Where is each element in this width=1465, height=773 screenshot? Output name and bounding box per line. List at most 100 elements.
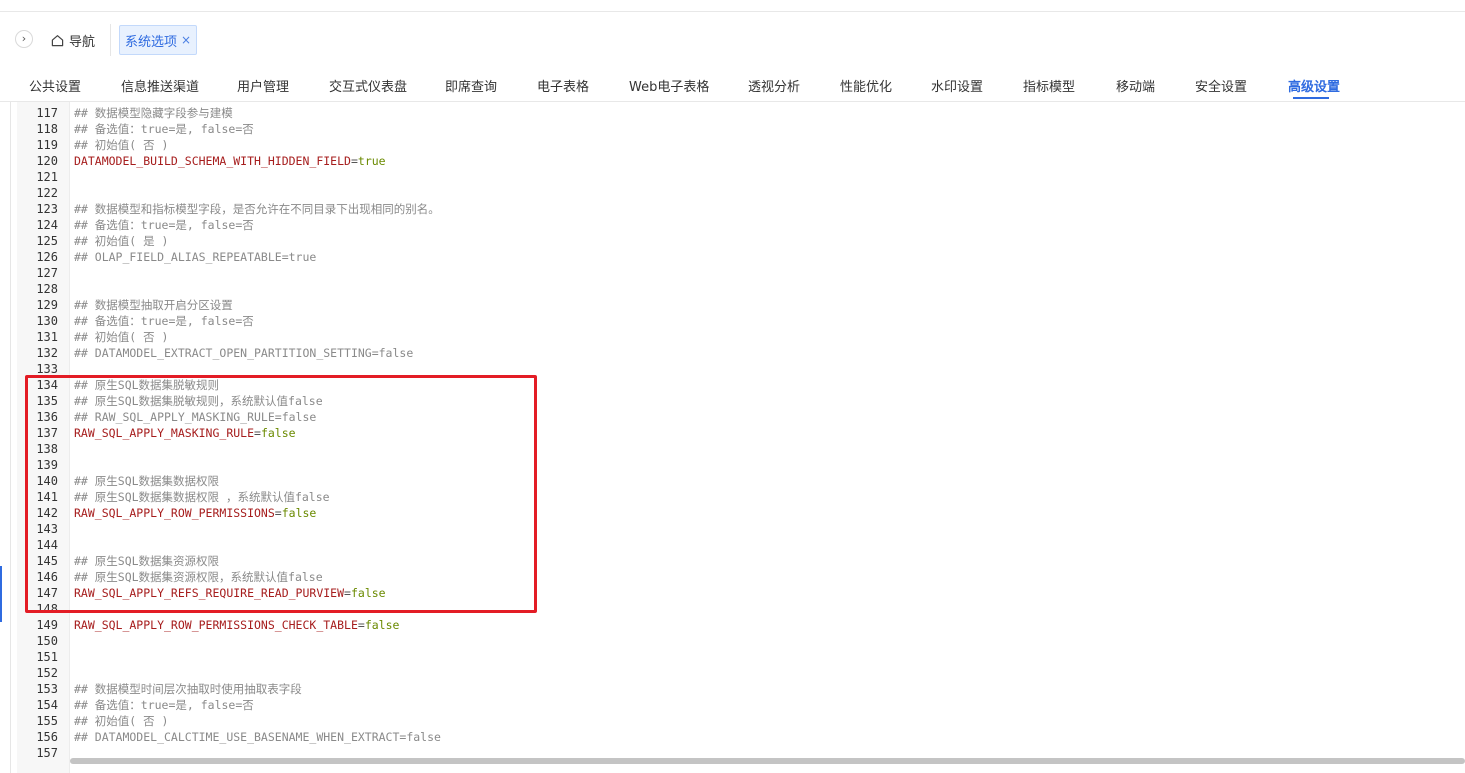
comment-text: ## 原生SQL数据集资源权限 bbox=[74, 554, 220, 568]
config-entry: RAW_SQL_APPLY_ROW_PERMISSIONS=false bbox=[74, 505, 316, 521]
code-line[interactable]: 118 ## 备选值：true=是, false=否 bbox=[11, 121, 1465, 137]
horizontal-scrollbar[interactable] bbox=[70, 758, 1465, 764]
menu-item-advanced[interactable]: 高级设置 bbox=[1288, 76, 1340, 95]
code-line[interactable]: 155 ## 初始值( 否 ) bbox=[11, 713, 1465, 729]
tab-divider bbox=[110, 24, 111, 56]
line-number: 133 bbox=[36, 362, 58, 376]
code-line[interactable]: 139 bbox=[11, 457, 1465, 473]
comment-text: ## 原生SQL数据集数据权限 bbox=[74, 474, 220, 488]
line-number: 130 bbox=[36, 314, 58, 328]
code-line[interactable]: 153 ## 数据模型时间层次抽取时使用抽取表字段 bbox=[11, 681, 1465, 697]
menu-item-push-channels[interactable]: 信息推送渠道 bbox=[121, 76, 199, 95]
code-line[interactable]: 144 bbox=[11, 537, 1465, 553]
config-key: DATAMODEL_BUILD_SCHEMA_WITH_HIDDEN_FIELD bbox=[74, 154, 351, 168]
line-number: 146 bbox=[36, 570, 58, 584]
sidebar-toggle-button[interactable]: › bbox=[15, 30, 33, 48]
code-line[interactable]: 128 bbox=[11, 281, 1465, 297]
code-line[interactable]: 143 bbox=[11, 521, 1465, 537]
menu-item-pivot-analysis[interactable]: 透视分析 bbox=[748, 76, 800, 95]
comment-text: ## 备选值：true=是, false=否 bbox=[74, 698, 254, 712]
code-line[interactable]: 148 bbox=[11, 601, 1465, 617]
menu-item-spreadsheet[interactable]: 电子表格 bbox=[537, 76, 589, 95]
code-line[interactable]: 150 bbox=[11, 633, 1465, 649]
code-line[interactable]: 146 ## 原生SQL数据集资源权限，系统默认值false bbox=[11, 569, 1465, 585]
code-line[interactable]: 129 ## 数据模型抽取开启分区设置 bbox=[11, 297, 1465, 313]
line-number: 154 bbox=[36, 698, 58, 712]
code-line[interactable]: 124 ## 备选值：true=是, false=否 bbox=[11, 217, 1465, 233]
code-line[interactable]: 149 RAW_SQL_APPLY_ROW_PERMISSIONS_CHECK_T… bbox=[11, 617, 1465, 633]
menu-item-public-settings[interactable]: 公共设置 bbox=[29, 76, 81, 95]
line-number: 131 bbox=[36, 330, 58, 344]
assign-operator: = bbox=[274, 506, 282, 520]
comment-text: ## 初始值( 否 ) bbox=[74, 138, 169, 152]
code-line[interactable]: 147 RAW_SQL_APPLY_REFS_REQUIRE_READ_PURVI… bbox=[11, 585, 1465, 601]
close-icon[interactable]: × bbox=[181, 32, 191, 48]
menu-item-interactive-dashboard[interactable]: 交互式仪表盘 bbox=[329, 76, 407, 95]
chevron-right-icon: › bbox=[21, 32, 27, 45]
menu-item-metric-model[interactable]: 指标模型 bbox=[1023, 76, 1075, 95]
comment-text: ## 原生SQL数据集资源权限，系统默认值false bbox=[74, 570, 323, 584]
line-number: 137 bbox=[36, 426, 58, 440]
code-line[interactable]: 152 bbox=[11, 665, 1465, 681]
code-line[interactable]: 122 bbox=[11, 185, 1465, 201]
comment-text: ## 原生SQL数据集数据权限 ，系统默认值false bbox=[74, 490, 330, 504]
config-value: true bbox=[357, 154, 386, 168]
line-number: 121 bbox=[36, 170, 58, 184]
code-line[interactable]: 145 ## 原生SQL数据集资源权限 bbox=[11, 553, 1465, 569]
code-line[interactable]: 133 bbox=[11, 361, 1465, 377]
code-line[interactable]: 123 ## 数据模型和指标模型字段，是否允许在不同目录下出现相同的别名。 bbox=[11, 201, 1465, 217]
code-line[interactable]: 134 ## 原生SQL数据集脱敏规则 bbox=[11, 377, 1465, 393]
code-line[interactable]: 138 bbox=[11, 441, 1465, 457]
tab-system-options[interactable]: 系统选项 × bbox=[119, 25, 197, 55]
nav-home-tab[interactable]: 导航 bbox=[51, 31, 96, 50]
config-value: false bbox=[350, 586, 386, 600]
code-line[interactable]: 140 ## 原生SQL数据集数据权限 bbox=[11, 473, 1465, 489]
comment-text: ## 备选值：true=是, false=否 bbox=[74, 314, 254, 328]
line-number: 119 bbox=[36, 138, 58, 152]
menu-item-watermark[interactable]: 水印设置 bbox=[931, 76, 983, 95]
config-editor[interactable]: 117 ## 数据模型隐藏字段参与建模 118 ## 备选值：true=是, fals… bbox=[10, 102, 1465, 773]
code-line[interactable]: 127 bbox=[11, 265, 1465, 281]
line-number: 118 bbox=[36, 122, 58, 136]
active-tab-indicator bbox=[1293, 97, 1329, 99]
code-line[interactable]: 117 ## 数据模型隐藏字段参与建模 bbox=[11, 105, 1465, 121]
menu-item-adhoc-query[interactable]: 即席查询 bbox=[445, 76, 497, 95]
line-number: 145 bbox=[36, 554, 58, 568]
assign-operator: = bbox=[254, 426, 261, 440]
code-line[interactable]: 120 DATAMODEL_BUILD_SCHEMA_WITH_HIDDEN_FI… bbox=[11, 153, 1465, 169]
code-line[interactable]: 135 ## 原生SQL数据集脱敏规则，系统默认值false bbox=[11, 393, 1465, 409]
code-line[interactable]: 132 ## DATAMODEL_EXTRACT_OPEN_PARTITION_S… bbox=[11, 345, 1465, 361]
code-line[interactable]: 154 ## 备选值：true=是, false=否 bbox=[11, 697, 1465, 713]
code-line[interactable]: 151 bbox=[11, 649, 1465, 665]
menu-item-security[interactable]: 安全设置 bbox=[1195, 76, 1247, 95]
line-number: 140 bbox=[36, 474, 58, 488]
code-line[interactable]: 121 bbox=[11, 169, 1465, 185]
line-number: 125 bbox=[36, 234, 58, 248]
config-key: RAW_SQL_APPLY_ROW_PERMISSIONS_CHECK_TABL… bbox=[74, 618, 358, 632]
menu-item-mobile[interactable]: 移动端 bbox=[1116, 76, 1155, 95]
comment-text: ## DATAMODEL_CALCTIME_USE_BASENAME_WHEN_… bbox=[74, 730, 441, 744]
nav-home-label: 导航 bbox=[69, 34, 96, 50]
code-line[interactable]: 125 ## 初始值( 是 ) bbox=[11, 233, 1465, 249]
comment-text: ## 数据模型抽取开启分区设置 bbox=[74, 298, 233, 312]
comment-text: ## 原生SQL数据集脱敏规则 bbox=[74, 378, 220, 392]
code-line[interactable]: 136 ## RAW_SQL_APPLY_MASKING_RULE=false bbox=[11, 409, 1465, 425]
code-line[interactable]: 130 ## 备选值：true=是, false=否 bbox=[11, 313, 1465, 329]
tab-system-options-label: 系统选项 bbox=[125, 34, 178, 50]
menu-item-performance[interactable]: 性能优化 bbox=[840, 76, 892, 95]
line-number: 143 bbox=[36, 522, 58, 536]
code-line[interactable]: 126 ## OLAP_FIELD_ALIAS_REPEATABLE=true bbox=[11, 249, 1465, 265]
assign-operator: = bbox=[350, 154, 358, 168]
code-line[interactable]: 156 ## DATAMODEL_CALCTIME_USE_BASENAME_WH… bbox=[11, 729, 1465, 745]
assign-operator: = bbox=[344, 586, 351, 600]
code-line[interactable]: 131 ## 初始值( 否 ) bbox=[11, 329, 1465, 345]
code-line[interactable]: 137 RAW_SQL_APPLY_MASKING_RULE=false bbox=[11, 425, 1465, 441]
code-line[interactable]: 141 ## 原生SQL数据集数据权限 ，系统默认值false bbox=[11, 489, 1465, 505]
line-number: 138 bbox=[36, 442, 58, 456]
line-number: 151 bbox=[36, 650, 58, 664]
code-line[interactable]: 119 ## 初始值( 否 ) bbox=[11, 137, 1465, 153]
menu-item-user-management[interactable]: 用户管理 bbox=[237, 76, 289, 95]
comment-text: ## OLAP_FIELD_ALIAS_REPEATABLE=true bbox=[74, 250, 317, 264]
code-line[interactable]: 142 RAW_SQL_APPLY_ROW_PERMISSIONS=false bbox=[11, 505, 1465, 521]
menu-item-web-spreadsheet[interactable]: Web电子表格 bbox=[629, 76, 709, 95]
